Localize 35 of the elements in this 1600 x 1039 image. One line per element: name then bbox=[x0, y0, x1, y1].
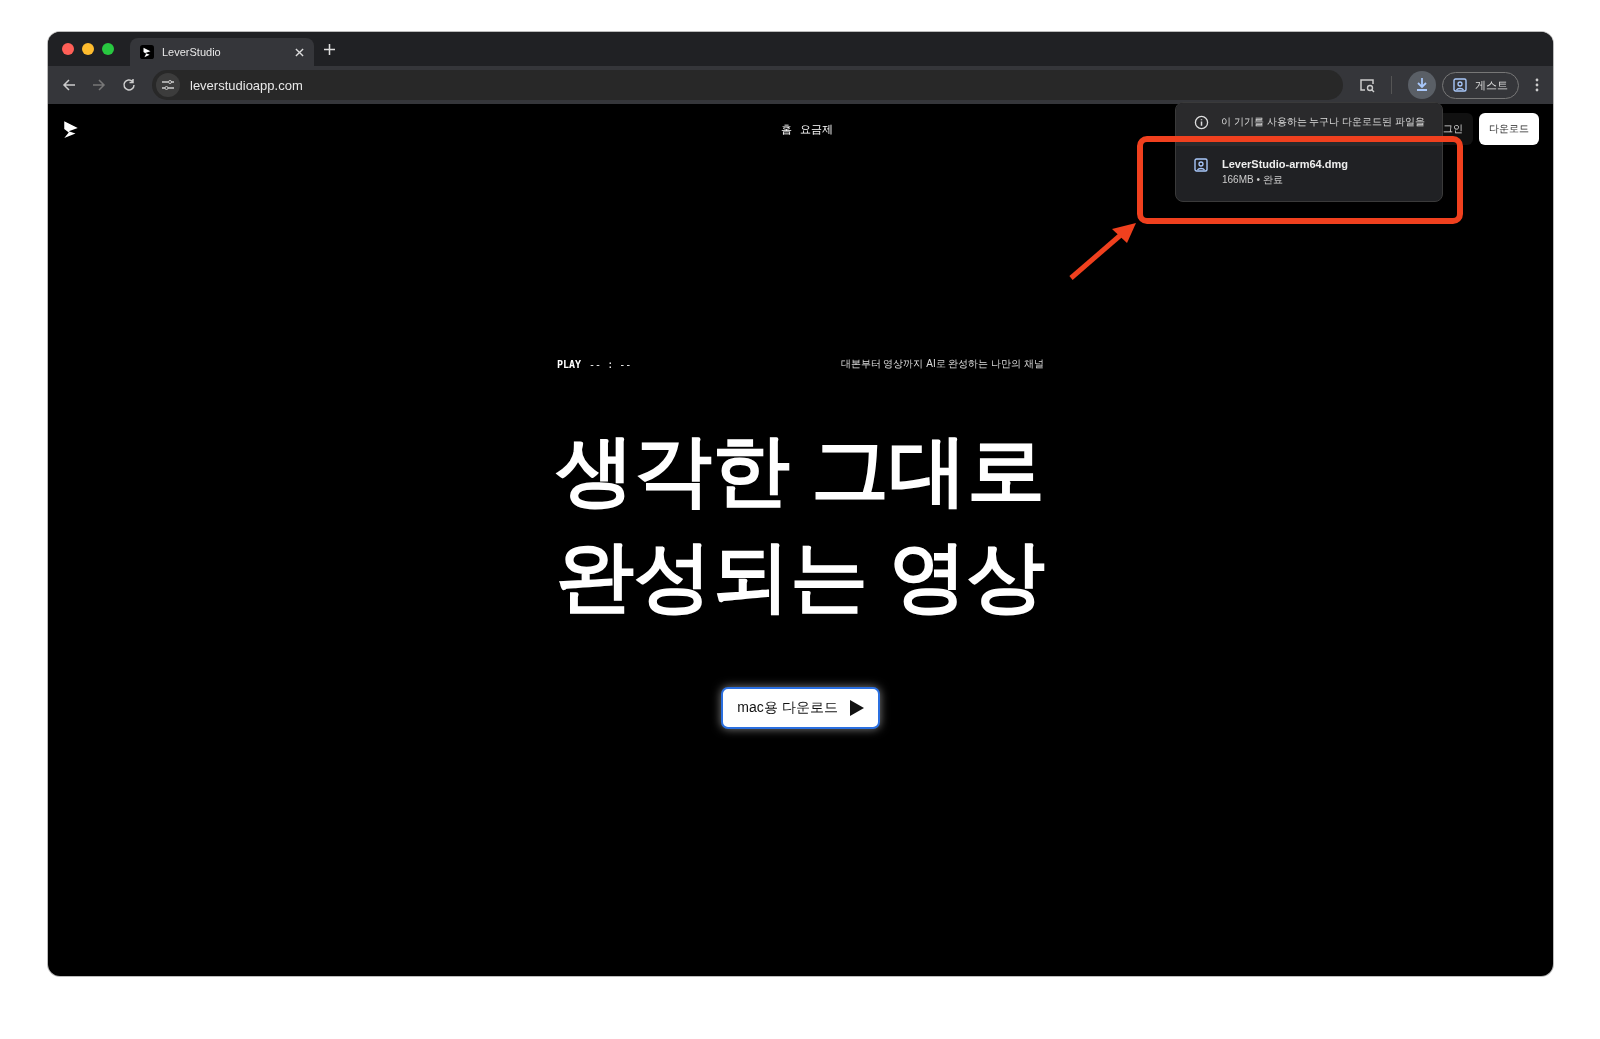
annotation-arrow bbox=[1068, 221, 1138, 281]
logo-icon bbox=[140, 45, 154, 59]
forward-icon[interactable] bbox=[92, 78, 106, 92]
nav-link[interactable]: 홈 bbox=[780, 121, 792, 137]
download-button[interactable]: 다운로드 bbox=[1479, 113, 1539, 145]
person-icon bbox=[1453, 78, 1467, 92]
nav-link[interactable]: 요금제 bbox=[799, 121, 833, 137]
play-icon bbox=[849, 700, 864, 716]
play-label: PLAY bbox=[557, 358, 582, 370]
zoom-window-button[interactable] bbox=[102, 43, 114, 55]
logo-icon[interactable] bbox=[62, 120, 80, 138]
reload-icon[interactable] bbox=[122, 78, 136, 92]
file-status: 166MB • 완료 bbox=[1222, 173, 1284, 187]
new-tab-icon[interactable] bbox=[324, 43, 335, 55]
address-bar[interactable]: leverstudioapp.com bbox=[152, 70, 1343, 100]
tab-title: LeverStudio bbox=[162, 46, 222, 58]
browser-tab[interactable]: LeverStudio bbox=[130, 38, 314, 66]
download-item[interactable]: LeverStudio-arm64.dmg 166MB • 완료 bbox=[1176, 146, 1442, 201]
file-icon bbox=[1194, 158, 1208, 172]
info-icon bbox=[1194, 115, 1209, 130]
back-icon[interactable] bbox=[62, 78, 76, 92]
notice-text: 이 기기를 사용하는 누구나 다운로드된 파일을 bbox=[1221, 115, 1425, 129]
mac-download-button[interactable]: mac용 다운로드 bbox=[721, 687, 880, 729]
file-name: LeverStudio-arm64.dmg bbox=[1222, 158, 1348, 170]
tagline: 대본부터 영상까지 AI로 완성하는 나만의 채널 bbox=[840, 357, 1044, 371]
minimize-window-button[interactable] bbox=[82, 43, 94, 55]
close-icon[interactable] bbox=[295, 47, 304, 57]
more-icon[interactable] bbox=[1535, 78, 1539, 92]
screen-search-icon[interactable] bbox=[1359, 77, 1375, 93]
timecode: -- : -- bbox=[589, 358, 632, 370]
close-window-button[interactable] bbox=[62, 43, 74, 55]
url-text: leverstudioapp.com bbox=[190, 77, 303, 93]
download-icon[interactable] bbox=[1408, 71, 1436, 99]
headline: 생각한 그대로 완성되는 영상 bbox=[555, 425, 1046, 622]
site-settings-icon[interactable] bbox=[156, 73, 180, 97]
